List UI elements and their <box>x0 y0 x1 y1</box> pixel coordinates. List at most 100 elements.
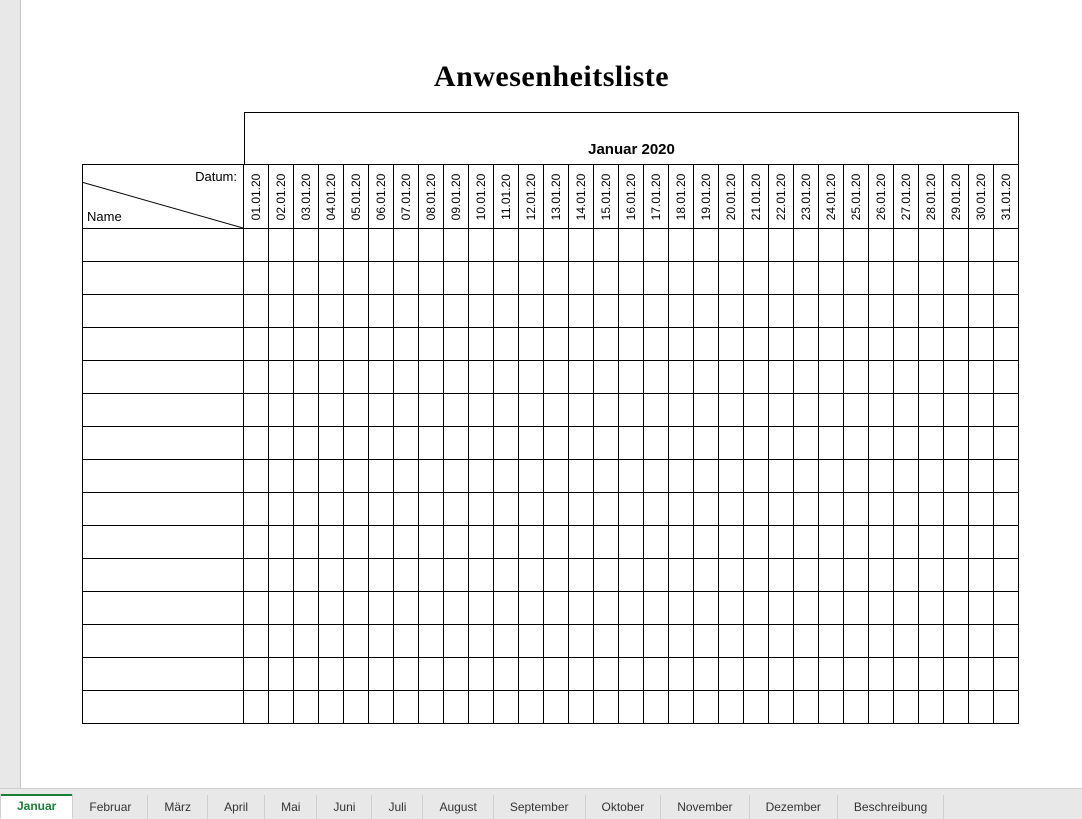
attendance-cell[interactable] <box>544 361 569 394</box>
attendance-cell[interactable] <box>694 493 719 526</box>
attendance-cell[interactable] <box>844 427 869 460</box>
attendance-cell[interactable] <box>394 625 419 658</box>
attendance-cell[interactable] <box>269 328 294 361</box>
attendance-cell[interactable] <box>894 262 919 295</box>
attendance-cell[interactable] <box>619 592 644 625</box>
attendance-cell[interactable] <box>969 493 994 526</box>
attendance-cell[interactable] <box>519 592 544 625</box>
attendance-cell[interactable] <box>819 625 844 658</box>
attendance-cell[interactable] <box>744 493 769 526</box>
attendance-cell[interactable] <box>894 328 919 361</box>
attendance-cell[interactable] <box>469 658 494 691</box>
attendance-cell[interactable] <box>269 460 294 493</box>
attendance-cell[interactable] <box>469 262 494 295</box>
attendance-cell[interactable] <box>894 394 919 427</box>
sheet-tab-dezember[interactable]: Dezember <box>750 795 838 819</box>
attendance-cell[interactable] <box>844 592 869 625</box>
attendance-cell[interactable] <box>969 559 994 592</box>
attendance-cell[interactable] <box>869 262 894 295</box>
attendance-cell[interactable] <box>769 559 794 592</box>
attendance-cell[interactable] <box>869 691 894 724</box>
attendance-cell[interactable] <box>644 394 669 427</box>
attendance-cell[interactable] <box>894 526 919 559</box>
attendance-cell[interactable] <box>544 394 569 427</box>
attendance-cell[interactable] <box>694 394 719 427</box>
attendance-cell[interactable] <box>694 625 719 658</box>
attendance-cell[interactable] <box>919 625 944 658</box>
attendance-cell[interactable] <box>869 328 894 361</box>
attendance-cell[interactable] <box>919 493 944 526</box>
attendance-cell[interactable] <box>569 658 594 691</box>
attendance-cell[interactable] <box>319 460 344 493</box>
attendance-cell[interactable] <box>669 394 694 427</box>
attendance-cell[interactable] <box>919 427 944 460</box>
attendance-cell[interactable] <box>819 493 844 526</box>
attendance-cell[interactable] <box>319 262 344 295</box>
attendance-cell[interactable] <box>894 427 919 460</box>
attendance-cell[interactable] <box>819 460 844 493</box>
attendance-cell[interactable] <box>794 691 819 724</box>
attendance-cell[interactable] <box>994 427 1019 460</box>
attendance-cell[interactable] <box>944 691 969 724</box>
attendance-cell[interactable] <box>369 229 394 262</box>
attendance-cell[interactable] <box>569 427 594 460</box>
sheet-tab-märz[interactable]: März <box>148 795 208 819</box>
attendance-cell[interactable] <box>394 691 419 724</box>
attendance-cell[interactable] <box>744 295 769 328</box>
attendance-cell[interactable] <box>319 493 344 526</box>
attendance-cell[interactable] <box>419 328 444 361</box>
attendance-cell[interactable] <box>494 658 519 691</box>
attendance-cell[interactable] <box>669 592 694 625</box>
attendance-cell[interactable] <box>269 229 294 262</box>
attendance-cell[interactable] <box>519 691 544 724</box>
attendance-cell[interactable] <box>319 658 344 691</box>
attendance-cell[interactable] <box>369 427 394 460</box>
attendance-cell[interactable] <box>394 361 419 394</box>
attendance-cell[interactable] <box>544 625 569 658</box>
attendance-cell[interactable] <box>594 361 619 394</box>
attendance-cell[interactable] <box>319 526 344 559</box>
attendance-cell[interactable] <box>294 394 319 427</box>
attendance-cell[interactable] <box>594 328 619 361</box>
name-cell[interactable] <box>82 559 244 592</box>
attendance-cell[interactable] <box>969 295 994 328</box>
attendance-cell[interactable] <box>294 295 319 328</box>
attendance-cell[interactable] <box>544 493 569 526</box>
attendance-cell[interactable] <box>319 394 344 427</box>
attendance-cell[interactable] <box>269 361 294 394</box>
attendance-cell[interactable] <box>419 229 444 262</box>
attendance-cell[interactable] <box>594 229 619 262</box>
attendance-cell[interactable] <box>694 295 719 328</box>
attendance-cell[interactable] <box>769 229 794 262</box>
attendance-cell[interactable] <box>894 295 919 328</box>
attendance-cell[interactable] <box>669 229 694 262</box>
attendance-cell[interactable] <box>394 394 419 427</box>
attendance-cell[interactable] <box>694 592 719 625</box>
attendance-cell[interactable] <box>369 625 394 658</box>
attendance-cell[interactable] <box>294 658 319 691</box>
attendance-cell[interactable] <box>794 295 819 328</box>
attendance-cell[interactable] <box>944 460 969 493</box>
attendance-cell[interactable] <box>944 625 969 658</box>
attendance-cell[interactable] <box>944 394 969 427</box>
sheet-tab-august[interactable]: August <box>423 795 493 819</box>
attendance-cell[interactable] <box>294 328 319 361</box>
attendance-cell[interactable] <box>719 493 744 526</box>
attendance-cell[interactable] <box>319 361 344 394</box>
attendance-cell[interactable] <box>694 262 719 295</box>
attendance-cell[interactable] <box>469 691 494 724</box>
attendance-cell[interactable] <box>594 394 619 427</box>
attendance-cell[interactable] <box>969 592 994 625</box>
attendance-cell[interactable] <box>869 229 894 262</box>
attendance-cell[interactable] <box>869 526 894 559</box>
sheet-tab-juni[interactable]: Juni <box>317 795 372 819</box>
attendance-cell[interactable] <box>944 361 969 394</box>
attendance-cell[interactable] <box>569 493 594 526</box>
attendance-cell[interactable] <box>394 328 419 361</box>
attendance-cell[interactable] <box>794 262 819 295</box>
attendance-cell[interactable] <box>869 394 894 427</box>
attendance-cell[interactable] <box>944 229 969 262</box>
attendance-cell[interactable] <box>719 229 744 262</box>
attendance-cell[interactable] <box>919 658 944 691</box>
attendance-cell[interactable] <box>544 658 569 691</box>
